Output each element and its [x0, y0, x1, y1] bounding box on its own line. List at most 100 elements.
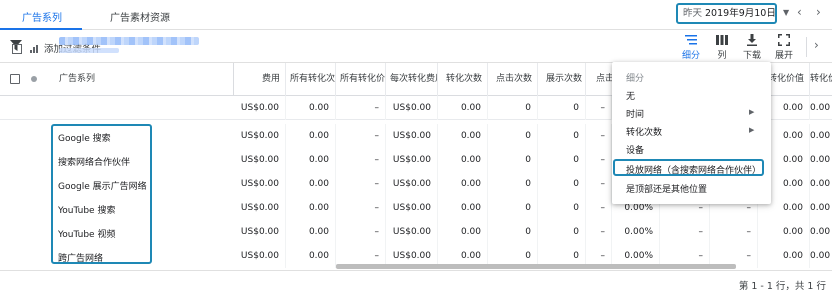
footer-divider [0, 270, 832, 271]
cell-cost-per-conv: US$0.00 [386, 96, 438, 120]
cell-all-conv: 0.00 [286, 148, 336, 172]
cell-cost-per-conv: US$0.00 [386, 220, 438, 244]
segment-dropdown-menu: 细分 无 时间 ▶ 转化次数 ▶ 设备 投放网络（含搜索网络合作伙伴） 是顶部还… [612, 62, 771, 204]
cell-ctr: – [586, 172, 612, 196]
menu-item-device[interactable]: 设备 [626, 143, 644, 156]
cell-clicks: 0 [488, 124, 538, 148]
cell-ctr-2: 0.00% [612, 220, 660, 244]
cell-ctr: – [586, 148, 612, 172]
cell-cost: US$0.00 [234, 96, 286, 120]
pagination-summary: 第 1 - 1 行，共 1 行 [738, 281, 826, 292]
columns-label: 列 [717, 51, 727, 61]
cell-clicks: 0 [488, 172, 538, 196]
header-cost[interactable]: 费用 [234, 63, 286, 96]
cell-ctr: – [586, 196, 612, 220]
header-all-conversions[interactable]: 所有转化次数 [286, 63, 336, 96]
cell-all-conv: 0.00 [286, 96, 336, 120]
cell-impr: 0 [538, 124, 586, 148]
cell-all-conv-value: – [336, 148, 386, 172]
header-clicks[interactable]: 点击次数 [488, 63, 538, 96]
bar-chart-icon [30, 45, 38, 53]
chevron-right-icon[interactable]: › [814, 38, 819, 52]
cell-ctr: – [586, 124, 612, 148]
menu-item-none[interactable]: 无 [626, 89, 635, 102]
segment-icon [685, 35, 697, 45]
submenu-arrow-icon: ▶ [749, 108, 755, 116]
status-dot-icon [31, 76, 37, 82]
header-conv-value-2[interactable]: 转化价值 [810, 63, 832, 96]
tab-campaigns[interactable]: 广告系列 [22, 9, 62, 24]
submenu-arrow-icon: ▶ [749, 126, 755, 134]
select-all-checkbox[interactable] [10, 74, 20, 84]
cell-all-conv: 0.00 [286, 220, 336, 244]
menu-item-conversions[interactable]: 转化次数 [626, 125, 662, 138]
menu-item-highlight-box [613, 159, 764, 176]
menu-heading: 细分 [626, 74, 645, 84]
cell-cost-per-conv: US$0.00 [386, 148, 438, 172]
header-all-conv-value[interactable]: 所有转化价值 [336, 63, 386, 96]
segment-highlight-box [51, 124, 152, 264]
cell-conv-value-2: 0.00 [810, 155, 831, 165]
cell-impr: 0 [538, 96, 586, 120]
date-range-label: 昨天 [683, 8, 703, 19]
cell-conv-value-2: 0.00 [810, 203, 831, 213]
expand-icon [778, 34, 790, 46]
cell-clicks: 0 [488, 220, 538, 244]
segment-label: 细分 [681, 51, 700, 61]
cell-conv-value-2: 0.00 [810, 103, 831, 113]
segment-button[interactable]: 细分 [676, 31, 706, 63]
cell-conv: 0.00 [438, 124, 488, 148]
cell-cost: US$0.00 [234, 220, 286, 244]
cell-cost: US$0.00 [234, 172, 286, 196]
caret-down-icon[interactable]: ▼ [783, 8, 789, 17]
download-label: 下载 [742, 51, 761, 61]
cell-conv-value: 0.00 [758, 244, 810, 268]
cell-conv: 0.00 [438, 172, 488, 196]
cell-all-conv: 0.00 [286, 244, 336, 268]
cell-ctr: – [586, 220, 612, 244]
header-cost-per-conv[interactable]: 每次转化费用 [386, 63, 438, 96]
date-range-selector[interactable]: 昨天 2019年9月10日 [676, 3, 777, 24]
cell-conv: 0.00 [438, 96, 488, 120]
cell-conv: 0.00 [438, 196, 488, 220]
menu-item-top-vs-other[interactable]: 是顶部还是其他位置 [626, 182, 707, 195]
menu-item-time[interactable]: 时间 [626, 107, 644, 120]
cell-col-11: – [660, 220, 710, 244]
filter-toolbar: 添加过滤条件 细分 列 下载 [0, 31, 832, 63]
cell-cost: US$0.00 [234, 148, 286, 172]
cell-cost-per-conv: US$0.00 [386, 196, 438, 220]
cell-all-conv-value: – [336, 196, 386, 220]
cell-clicks: 0 [488, 196, 538, 220]
cell-all-conv: 0.00 [286, 172, 336, 196]
cell-conv-value: 0.00 [758, 220, 810, 244]
date-range-value: 2019年9月10日 [705, 8, 776, 19]
cell-all-conv-value: – [336, 172, 386, 196]
cell-all-conv-value: – [336, 124, 386, 148]
cell-ctr: – [586, 96, 612, 120]
cell-cost-per-conv: US$0.00 [386, 172, 438, 196]
download-button[interactable]: 下载 [737, 31, 767, 63]
cell-all-conv: 0.00 [286, 196, 336, 220]
columns-button[interactable]: 列 [707, 31, 737, 63]
cell-cost: US$0.00 [234, 124, 286, 148]
cell-conv-value-2: 0.00 [810, 179, 831, 189]
header-conversions[interactable]: 转化次数 [438, 63, 488, 96]
header-impressions[interactable]: 展示次数 [538, 63, 586, 96]
expand-button[interactable]: 展开 [769, 31, 799, 63]
chevron-right-icon[interactable]: › [816, 5, 821, 19]
cell-clicks: 0 [488, 148, 538, 172]
cell-all-conv-value: – [336, 96, 386, 120]
cell-conv-value-2: 0.00 [810, 227, 831, 237]
cell-conv: 0.00 [438, 220, 488, 244]
header-campaign[interactable]: 广告系列 [55, 63, 234, 96]
cell-col-12: – [710, 220, 758, 244]
chevron-left-icon[interactable]: ‹ [797, 5, 802, 19]
row-checkbox[interactable] [12, 44, 22, 54]
cell-conv-value-2: 0.00 [810, 251, 831, 261]
horizontal-scrollbar[interactable] [336, 264, 736, 269]
redacted-campaign-name[interactable] [59, 37, 199, 45]
cell-cost: US$0.00 [234, 244, 286, 268]
columns-icon [716, 35, 728, 45]
cell-clicks: 0 [488, 96, 538, 120]
tab-assets[interactable]: 广告素材资源 [110, 9, 170, 24]
